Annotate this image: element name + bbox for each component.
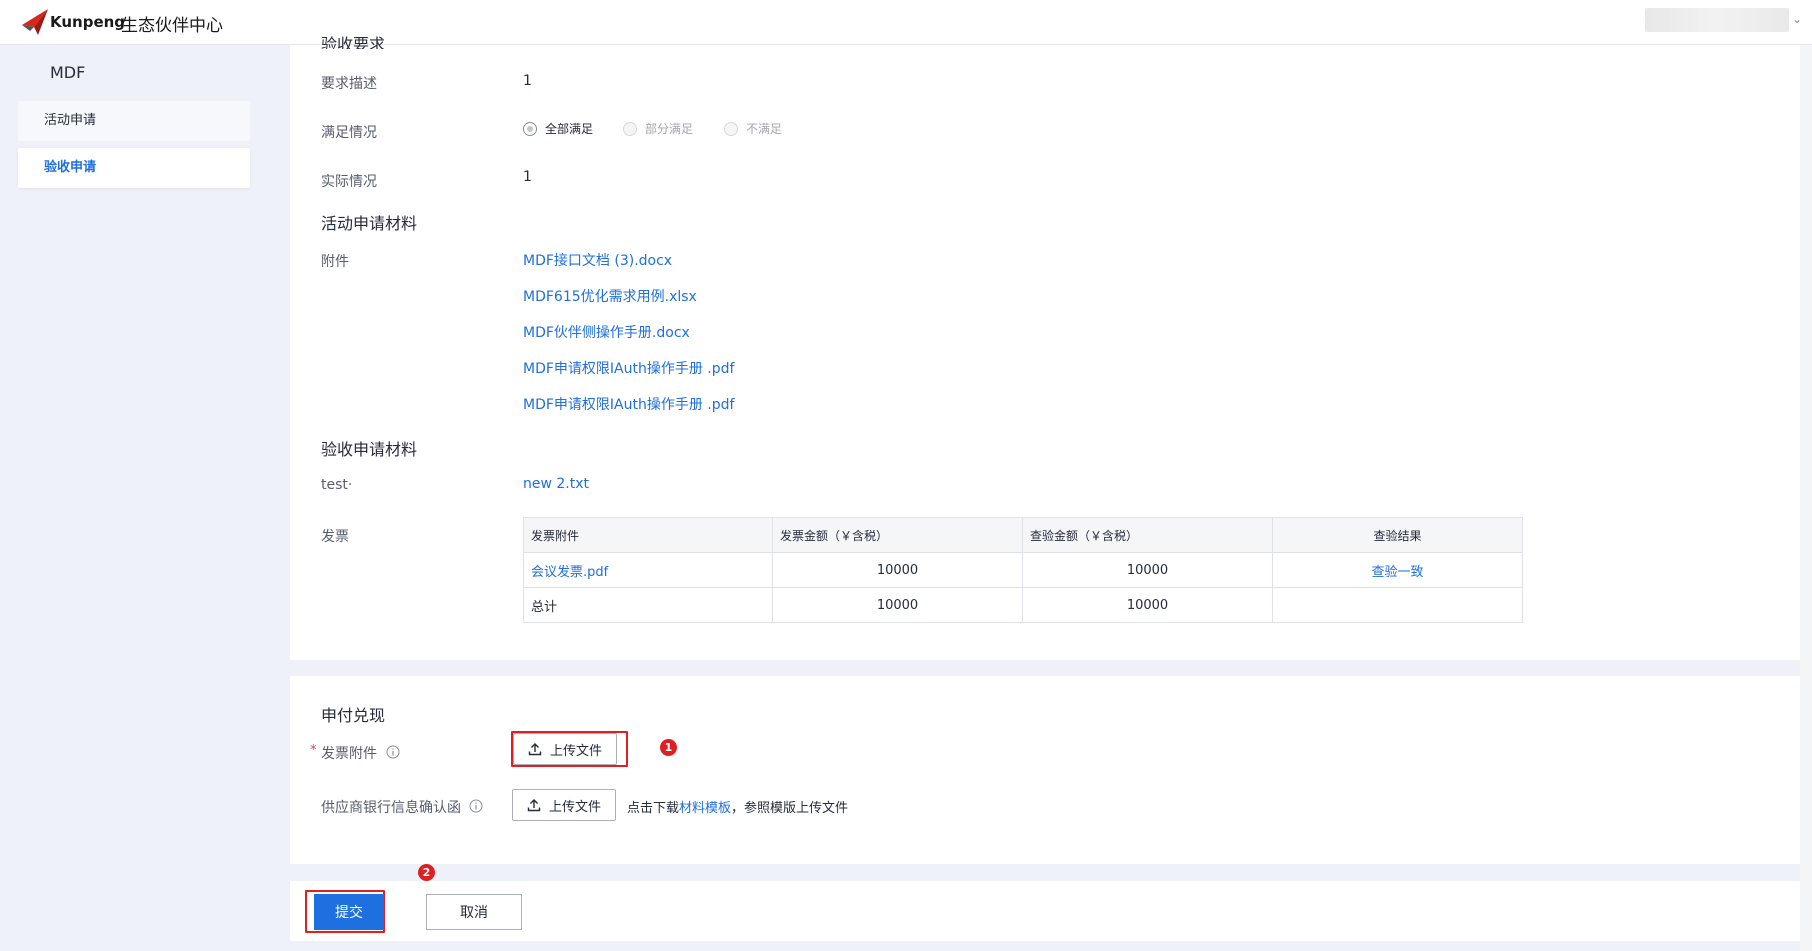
attachment-link[interactable]: MDF申请权限IAuth操作手册 .pdf bbox=[523, 358, 734, 378]
table-row: 会议发票.pdf 10000 10000 查验一致 bbox=[523, 552, 1523, 588]
total-checked-amount-cell: 10000 bbox=[1022, 587, 1273, 623]
test-file-link[interactable]: new 2.txt bbox=[523, 476, 589, 492]
activity-materials-title: 活动申请材料 bbox=[321, 214, 418, 233]
sidebar-item-activity-apply[interactable]: 活动申请 bbox=[18, 101, 250, 141]
total-invoice-amount-cell: 10000 bbox=[772, 587, 1023, 623]
required-mark: * bbox=[310, 743, 317, 758]
radio-dot bbox=[623, 121, 637, 136]
table-header-row: 发票附件 发票金额（￥含税） 查验金额（￥含税） 查验结果 bbox=[523, 517, 1523, 553]
submit-button[interactable]: 提交 bbox=[314, 894, 384, 930]
chevron-down-icon[interactable]: ⌄ bbox=[1792, 12, 1802, 26]
total-result-cell bbox=[1272, 587, 1523, 623]
kunpeng-logo-icon[interactable] bbox=[20, 5, 50, 37]
attachment-label: 附件 bbox=[321, 254, 349, 270]
details-panel: 验收要求 要求描述 1 满足情况 全部满足 部分满足 不满足 实际情况 1 活动… bbox=[290, 35, 1812, 660]
fulfillment-label: 满足情况 bbox=[321, 125, 377, 141]
invoice-amount-cell: 10000 bbox=[772, 552, 1023, 588]
radio-dot bbox=[523, 121, 537, 136]
requirement-desc-value: 1 bbox=[523, 73, 532, 89]
info-icon[interactable] bbox=[386, 745, 400, 759]
top-header: Kunpeng 生态伙伴中心 ⌄ bbox=[0, 0, 1812, 45]
col-check-result: 查验结果 bbox=[1272, 517, 1523, 553]
actual-label: 实际情况 bbox=[321, 174, 377, 190]
bank-confirmation-label: 供应商银行信息确认函 bbox=[321, 800, 461, 816]
radio-all-met[interactable]: 全部满足 bbox=[523, 120, 593, 137]
invoice-label: 发票 bbox=[321, 529, 349, 545]
col-checked-amount: 查验金额（￥含税） bbox=[1022, 517, 1273, 553]
acceptance-requirements-title: 验收要求 bbox=[321, 35, 386, 49]
test-label: test· bbox=[321, 477, 353, 493]
col-invoice-attachment: 发票附件 bbox=[523, 517, 773, 553]
table-row: 总计 10000 10000 bbox=[523, 587, 1523, 623]
annotation-badge-2: 2 bbox=[418, 864, 435, 881]
acceptance-materials-title: 验收申请材料 bbox=[321, 440, 418, 459]
user-account-blurred[interactable] bbox=[1645, 8, 1789, 32]
col-invoice-amount: 发票金额（￥含税） bbox=[772, 517, 1023, 553]
action-footer: 2 提交 取消 bbox=[290, 864, 1812, 941]
radio-dot bbox=[724, 121, 738, 136]
annotation-badge-1: 1 bbox=[660, 739, 677, 756]
radio-partially-met[interactable]: 部分满足 bbox=[623, 120, 693, 137]
actual-value: 1 bbox=[523, 169, 532, 185]
upload-bank-letter-button[interactable]: 上传文件 bbox=[512, 789, 617, 821]
radio-not-met[interactable]: 不满足 bbox=[724, 120, 782, 137]
upload-invoice-button[interactable]: 上传文件 bbox=[513, 733, 618, 765]
brand-name[interactable]: Kunpeng bbox=[50, 13, 125, 31]
requirement-desc-label: 要求描述 bbox=[321, 76, 377, 92]
upload-icon bbox=[527, 799, 541, 812]
attachment-link[interactable]: MDF申请权限IAuth操作手册 .pdf bbox=[523, 394, 734, 414]
payment-panel: 申付兑现 * 发票附件 上传文件 1 供应商银行信息确认函 上传文件 点击下载材… bbox=[290, 676, 1812, 864]
invoice-table: 发票附件 发票金额（￥含税） 查验金额（￥含税） 查验结果 会议发票.pdf 1… bbox=[523, 517, 1523, 623]
invoice-file-link[interactable]: 会议发票.pdf bbox=[523, 552, 773, 588]
download-template-link[interactable]: 材料模板 bbox=[679, 801, 731, 816]
sidebar: MDF 活动申请 验收申请 bbox=[0, 45, 268, 951]
upload-icon bbox=[528, 743, 542, 756]
sidebar-title: MDF bbox=[50, 63, 86, 82]
payment-title: 申付兑现 bbox=[321, 706, 386, 725]
attachment-link[interactable]: MDF接口文档 (3).docx bbox=[523, 250, 672, 270]
cancel-button[interactable]: 取消 bbox=[426, 894, 522, 930]
attachment-link[interactable]: MDF615优化需求用例.xlsx bbox=[523, 286, 697, 306]
vertical-scrollbar[interactable] bbox=[1800, 45, 1812, 951]
invoice-attachment-label: 发票附件 bbox=[321, 746, 377, 762]
checked-amount-cell: 10000 bbox=[1022, 552, 1273, 588]
total-label-cell: 总计 bbox=[523, 587, 773, 623]
check-result-link[interactable]: 查验一致 bbox=[1272, 552, 1523, 588]
sidebar-item-acceptance-apply[interactable]: 验收申请 bbox=[18, 148, 250, 188]
template-hint: 点击下载材料模板，参照模版上传文件 bbox=[627, 801, 849, 816]
attachment-link[interactable]: MDF伙伴侧操作手册.docx bbox=[523, 322, 690, 342]
info-icon[interactable] bbox=[469, 799, 483, 813]
portal-title[interactable]: 生态伙伴中心 bbox=[121, 11, 223, 36]
